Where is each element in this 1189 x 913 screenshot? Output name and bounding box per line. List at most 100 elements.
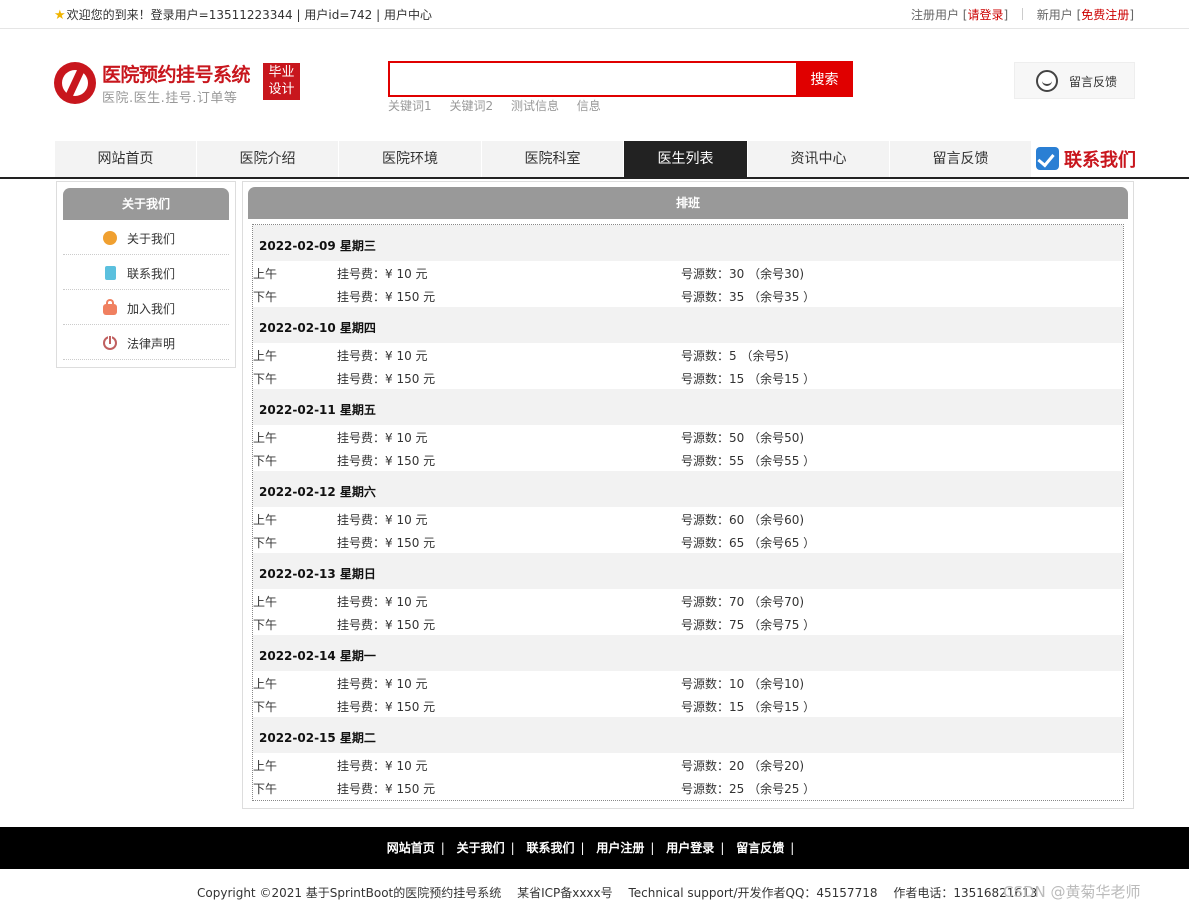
footer-link-feedback[interactable]: 留言反馈 bbox=[736, 841, 784, 855]
schedule-slot-row[interactable]: 上午 挂号费：¥ 10 元 号源数：20 （余号20) bbox=[253, 753, 1123, 776]
logo-subtitle: 医院.医生.挂号.订单等 bbox=[102, 91, 238, 106]
slot-fee: 挂号费：¥ 10 元 bbox=[337, 431, 428, 445]
schedule-date: 2022-02-09 星期三 bbox=[259, 239, 376, 253]
sidebar-title: 关于我们 bbox=[63, 188, 229, 220]
footer-separator: | bbox=[440, 841, 445, 855]
free-register-link[interactable]: 免费注册 bbox=[1081, 8, 1129, 22]
main-nav: 网站首页 医院介绍 医院环境 医院科室 医生列表 资讯中心 留言反馈 联系我们 bbox=[0, 141, 1189, 179]
schedule-slot-row[interactable]: 下午 挂号费：¥ 150 元 号源数：55 （余号55 ） bbox=[253, 448, 1123, 471]
slot-fee: 挂号费：¥ 10 元 bbox=[337, 513, 428, 527]
slot-fee: 挂号费：¥ 150 元 bbox=[337, 372, 436, 386]
search-input[interactable] bbox=[388, 61, 798, 97]
copyright-text: Copyright ©2021 基于SprintBoot的医院预约挂号系统 bbox=[197, 886, 502, 900]
keyword-link[interactable]: 关键词1 bbox=[388, 99, 432, 113]
checkmark-icon bbox=[1036, 147, 1059, 170]
schedule-slot-row[interactable]: 上午 挂号费：¥ 10 元 号源数：10 （余号10) bbox=[253, 671, 1123, 694]
logo-title: 医院预约挂号系统 bbox=[102, 64, 251, 86]
sidebar-item-legal[interactable]: 法律声明 bbox=[63, 325, 229, 360]
schedule-slot-row[interactable]: 上午 挂号费：¥ 10 元 号源数：60 （余号60) bbox=[253, 507, 1123, 530]
schedule-date: 2022-02-11 星期五 bbox=[259, 403, 376, 417]
divider bbox=[1021, 8, 1023, 20]
footer-separator: | bbox=[580, 841, 585, 855]
schedule-day-header: 2022-02-12 星期六 bbox=[253, 471, 1123, 507]
sidebar-item-about[interactable]: 关于我们 bbox=[63, 220, 229, 255]
nav-item-doctor-list[interactable]: 医生列表 bbox=[624, 141, 748, 177]
schedule-day-header: 2022-02-15 星期二 bbox=[253, 717, 1123, 753]
keyword-link[interactable]: 信息 bbox=[577, 99, 601, 113]
copyright-line: Copyright ©2021 基于SprintBoot的医院预约挂号系统 某省… bbox=[197, 884, 1049, 901]
slot-source: 号源数：25 （余号25 ） bbox=[681, 782, 816, 796]
slot-source: 号源数：75 （余号75 ） bbox=[681, 618, 816, 632]
footer-separator: | bbox=[510, 841, 515, 855]
support-text: Technical support/开发作者QQ：45157718 bbox=[628, 886, 878, 900]
footer-link-home[interactable]: 网站首页 bbox=[387, 841, 435, 855]
slot-source: 号源数：70 （余号70) bbox=[681, 595, 805, 609]
schedule-slot-row[interactable]: 下午 挂号费：¥ 150 元 号源数：65 （余号65 ） bbox=[253, 530, 1123, 553]
schedule-slot-row[interactable]: 下午 挂号费：¥ 150 元 号源数：25 （余号25 ） bbox=[253, 776, 1123, 799]
csdn-watermark: CSDN @黄菊华老师 bbox=[1003, 883, 1141, 901]
search-button[interactable]: 搜索 bbox=[796, 61, 853, 97]
register-label: 注册用户 [ bbox=[910, 8, 968, 22]
search-bar: 搜索 bbox=[388, 61, 853, 97]
site-logo[interactable]: 医院预约挂号系统 医院.医生.挂号.订单等 毕业 设计 bbox=[54, 60, 304, 106]
schedule-date: 2022-02-15 星期二 bbox=[259, 731, 376, 745]
lock-icon bbox=[103, 299, 117, 315]
keyword-link[interactable]: 测试信息 bbox=[511, 99, 559, 113]
slot-source: 号源数：55 （余号55 ） bbox=[681, 454, 816, 468]
bracket-close: ] bbox=[1003, 8, 1009, 22]
newuser-label: 新用户 [ bbox=[1036, 8, 1082, 22]
sidebar-item-contact[interactable]: 联系我们 bbox=[63, 255, 229, 290]
dot-icon bbox=[103, 231, 117, 245]
slot-source: 号源数：65 （余号65 ） bbox=[681, 536, 816, 550]
slot-period: 下午 bbox=[253, 618, 278, 632]
slot-period: 上午 bbox=[253, 595, 278, 609]
footer-link-about[interactable]: 关于我们 bbox=[457, 841, 505, 855]
slot-fee: 挂号费：¥ 150 元 bbox=[337, 454, 436, 468]
footer-link-login[interactable]: 用户登录 bbox=[666, 841, 714, 855]
schedule-date: 2022-02-12 星期六 bbox=[259, 485, 376, 499]
schedule-slot-row[interactable]: 下午 挂号费：¥ 150 元 号源数：15 （余号15 ） bbox=[253, 366, 1123, 389]
document-icon bbox=[105, 266, 116, 280]
schedule-slot-row[interactable]: 上午 挂号费：¥ 10 元 号源数：5 （余号5) bbox=[253, 343, 1123, 366]
slot-period: 下午 bbox=[253, 454, 278, 468]
footer-link-contact[interactable]: 联系我们 bbox=[527, 841, 575, 855]
slot-fee: 挂号费：¥ 150 元 bbox=[337, 618, 436, 632]
schedule-day-header: 2022-02-10 星期四 bbox=[253, 307, 1123, 343]
slot-period: 下午 bbox=[253, 700, 278, 714]
schedule-slot-row[interactable]: 上午 挂号费：¥ 10 元 号源数：50 （余号50) bbox=[253, 425, 1123, 448]
slot-fee: 挂号费：¥ 10 元 bbox=[337, 349, 428, 363]
login-link[interactable]: 请登录 bbox=[967, 8, 1003, 22]
schedule-slot-row[interactable]: 上午 挂号费：¥ 10 元 号源数：70 （余号70) bbox=[253, 589, 1123, 612]
schedule-slot-row[interactable]: 下午 挂号费：¥ 150 元 号源数：75 （余号75 ） bbox=[253, 612, 1123, 635]
feedback-label: 留言反馈 bbox=[1069, 75, 1118, 89]
nav-item-hospital-environment[interactable]: 医院环境 bbox=[339, 141, 482, 177]
schedule-slot-row[interactable]: 下午 挂号费：¥ 150 元 号源数：15 （余号15 ） bbox=[253, 694, 1123, 717]
sidebar-item-label: 加入我们 bbox=[127, 302, 176, 316]
slot-source: 号源数：35 （余号35 ） bbox=[681, 290, 816, 304]
sidebar-item-join[interactable]: 加入我们 bbox=[63, 290, 229, 325]
account-links: 注册用户 [请登录] 新用户 [免费注册] bbox=[911, 6, 1134, 23]
slot-source: 号源数：20 （余号20) bbox=[681, 759, 805, 773]
nav-item-home[interactable]: 网站首页 bbox=[55, 141, 197, 177]
schedule-slot-row[interactable]: 下午 挂号费：¥ 150 元 号源数：35 （余号35 ） bbox=[253, 284, 1123, 307]
nav-item-news[interactable]: 资讯中心 bbox=[748, 141, 890, 177]
slot-fee: 挂号费：¥ 10 元 bbox=[337, 595, 428, 609]
feedback-button[interactable]: 留言反馈 bbox=[1014, 62, 1135, 99]
slot-period: 上午 bbox=[253, 677, 278, 691]
slot-period: 上午 bbox=[253, 759, 278, 773]
slot-fee: 挂号费：¥ 150 元 bbox=[337, 536, 436, 550]
slot-fee: 挂号费：¥ 150 元 bbox=[337, 290, 436, 304]
nav-item-departments[interactable]: 医院科室 bbox=[482, 141, 624, 177]
footer-link-register[interactable]: 用户注册 bbox=[596, 841, 644, 855]
slot-period: 上午 bbox=[253, 349, 278, 363]
nav-item-hospital-intro[interactable]: 医院介绍 bbox=[197, 141, 339, 177]
schedule-slot-row[interactable]: 上午 挂号费：¥ 10 元 号源数：30 （余号30) bbox=[253, 261, 1123, 284]
badge-line-1: 毕业 bbox=[268, 65, 295, 80]
nav-item-feedback[interactable]: 留言反馈 bbox=[890, 141, 1032, 177]
footer-nav: 网站首页 | 关于我们 | 联系我们 | 用户注册 | 用户登录 | 留言反馈 | bbox=[0, 827, 1189, 869]
slot-fee: 挂号费：¥ 150 元 bbox=[337, 782, 436, 796]
slot-fee: 挂号费：¥ 150 元 bbox=[337, 700, 436, 714]
keyword-link[interactable]: 关键词2 bbox=[449, 99, 493, 113]
slot-source: 号源数：50 （余号50) bbox=[681, 431, 805, 445]
sidebar-item-label: 关于我们 bbox=[127, 232, 176, 246]
